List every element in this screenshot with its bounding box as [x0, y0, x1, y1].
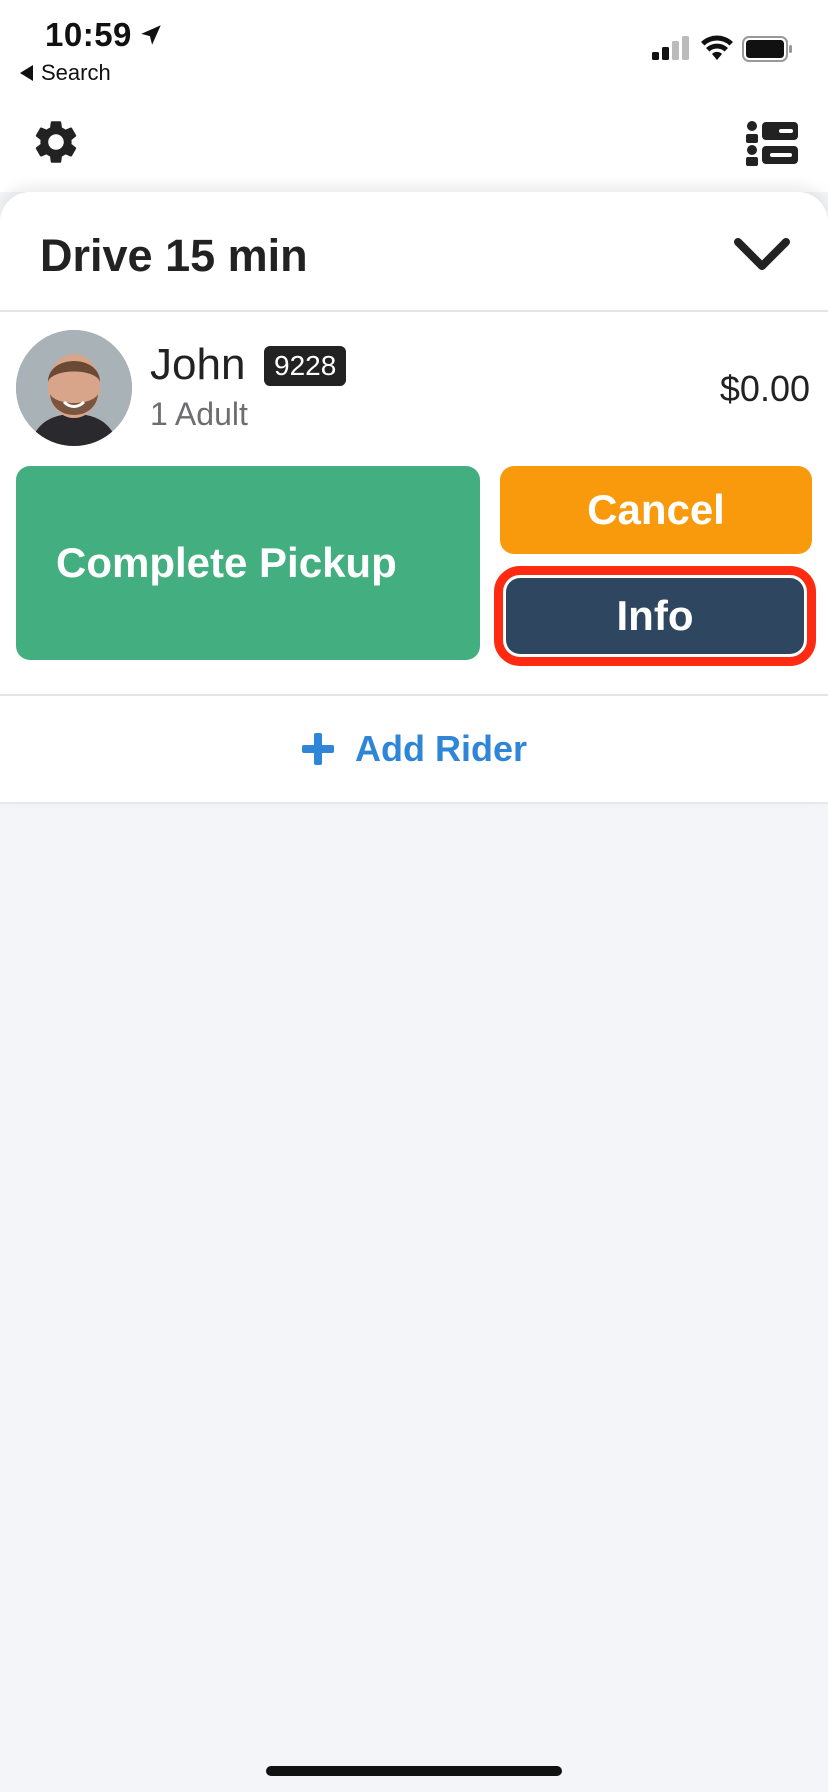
add-rider-button[interactable]: Add Rider	[0, 696, 828, 802]
status-bar: 10:59 Search	[0, 0, 828, 96]
gear-icon[interactable]	[30, 116, 82, 168]
location-arrow-icon	[141, 25, 161, 45]
signal-icon	[652, 36, 689, 60]
back-arrow-icon	[20, 65, 33, 81]
complete-pickup-label: Complete Pickup	[56, 539, 397, 586]
chevron-down-icon[interactable]	[732, 234, 792, 274]
status-time: 10:59	[45, 16, 132, 53]
plus-icon	[301, 733, 334, 765]
app-screen: 10:59 Search Drive 15 min John 9228 1 Ad…	[0, 0, 828, 1792]
home-indicator[interactable]	[266, 1766, 562, 1776]
list-icon[interactable]	[746, 120, 798, 166]
rider-fare: $0.00	[719, 368, 810, 409]
rider-passenger-count: 1 Adult	[150, 396, 248, 432]
cancel-label: Cancel	[587, 486, 725, 533]
info-button-highlight: Info	[494, 566, 816, 666]
cancel-button[interactable]: Cancel	[500, 466, 812, 554]
battery-icon	[742, 36, 792, 62]
rider-name: John	[150, 340, 246, 389]
card-header[interactable]: Drive 15 min	[0, 192, 828, 312]
card-bottom-border	[0, 802, 828, 804]
drive-title: Drive 15 min	[40, 230, 308, 281]
back-label: Search	[41, 60, 111, 85]
rider-code-badge: 9228	[264, 346, 347, 386]
wifi-icon	[701, 35, 733, 60]
info-button[interactable]: Info	[506, 578, 804, 654]
info-label: Info	[616, 592, 694, 639]
avatar	[16, 330, 132, 446]
back-to-search-button[interactable]: Search	[20, 60, 111, 86]
pickup-card: Drive 15 min John 9228 1 Adult $0.00 Com…	[0, 192, 828, 804]
complete-pickup-button[interactable]: Complete Pickup	[16, 466, 480, 660]
rider-photo-icon	[16, 330, 132, 446]
add-rider-label: Add Rider	[354, 728, 527, 769]
top-toolbar	[0, 96, 828, 192]
